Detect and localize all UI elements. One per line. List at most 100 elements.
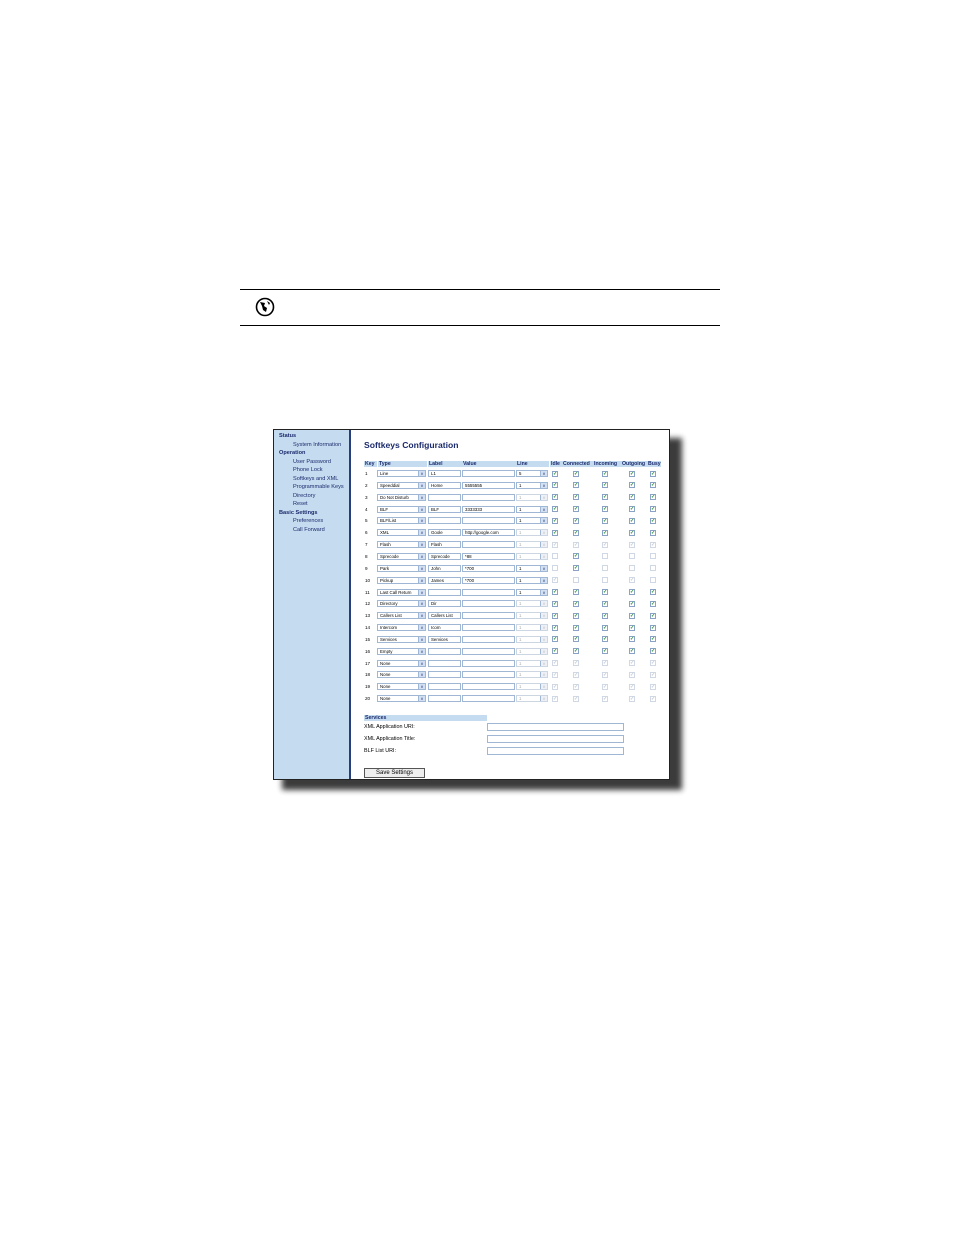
outgoing-checkbox[interactable]: ✓ bbox=[629, 482, 635, 489]
idle-checkbox[interactable]: ✓ bbox=[552, 671, 558, 678]
connected-checkbox[interactable]: ✓ bbox=[573, 695, 579, 702]
connected-checkbox[interactable]: ✓ bbox=[573, 494, 579, 501]
save-settings-button[interactable]: Save Settings bbox=[364, 768, 425, 778]
incoming-checkbox[interactable]: ✓ bbox=[602, 648, 608, 655]
busy-checkbox[interactable]: ✓ bbox=[650, 624, 656, 631]
label-input[interactable]: BLF bbox=[428, 505, 461, 513]
value-input[interactable] bbox=[462, 683, 515, 691]
busy-checkbox[interactable]: ✓ bbox=[650, 506, 656, 513]
label-input[interactable] bbox=[428, 659, 461, 667]
idle-checkbox[interactable] bbox=[552, 553, 558, 560]
sidebar-item-system-information[interactable]: System Information bbox=[293, 442, 341, 448]
connected-checkbox[interactable]: ✓ bbox=[573, 648, 579, 655]
value-input[interactable] bbox=[462, 647, 515, 655]
service-field-input[interactable] bbox=[487, 723, 624, 731]
incoming-checkbox[interactable]: ✓ bbox=[602, 541, 608, 548]
connected-checkbox[interactable]: ✓ bbox=[573, 600, 579, 607]
connected-checkbox[interactable]: ✓ bbox=[573, 660, 579, 667]
outgoing-checkbox[interactable]: ✓ bbox=[629, 683, 635, 690]
sidebar-item-softkeys-and-xml[interactable]: Softkeys and XML bbox=[293, 476, 338, 482]
line-select[interactable]: 1 ∨ bbox=[516, 564, 548, 572]
incoming-checkbox[interactable]: ✓ bbox=[602, 612, 608, 619]
label-input[interactable] bbox=[428, 493, 461, 501]
type-select[interactable]: Do Not Disturb ∨ bbox=[377, 493, 426, 501]
label-input[interactable]: Callers List bbox=[428, 612, 461, 620]
label-input[interactable] bbox=[428, 683, 461, 691]
connected-checkbox[interactable]: ✓ bbox=[573, 541, 579, 548]
connected-checkbox[interactable]: ✓ bbox=[573, 565, 579, 572]
busy-checkbox[interactable]: ✓ bbox=[650, 636, 656, 643]
idle-checkbox[interactable]: ✓ bbox=[552, 541, 558, 548]
connected-checkbox[interactable]: ✓ bbox=[573, 636, 579, 643]
label-input[interactable] bbox=[428, 588, 461, 596]
busy-checkbox[interactable]: ✓ bbox=[650, 660, 656, 667]
sidebar-item-user-password[interactable]: User Password bbox=[293, 459, 331, 465]
outgoing-checkbox[interactable]: ✓ bbox=[629, 529, 635, 536]
busy-checkbox[interactable]: ✓ bbox=[650, 648, 656, 655]
value-input[interactable] bbox=[462, 517, 515, 525]
type-select[interactable]: Line ∨ bbox=[377, 470, 426, 477]
value-input[interactable] bbox=[462, 635, 515, 643]
connected-checkbox[interactable]: ✓ bbox=[573, 529, 579, 536]
connected-checkbox[interactable]: ✓ bbox=[573, 482, 579, 489]
line-select[interactable]: 1 ∨ bbox=[516, 493, 548, 501]
type-select[interactable]: Flash ∨ bbox=[377, 541, 426, 549]
incoming-checkbox[interactable]: ✓ bbox=[602, 660, 608, 667]
busy-checkbox[interactable]: ✓ bbox=[650, 470, 656, 477]
busy-checkbox[interactable]: ✓ bbox=[650, 541, 656, 548]
idle-checkbox[interactable]: ✓ bbox=[552, 683, 558, 690]
label-input[interactable]: Dir bbox=[428, 600, 461, 608]
busy-checkbox[interactable]: ✓ bbox=[650, 589, 656, 595]
outgoing-checkbox[interactable]: ✓ bbox=[629, 648, 635, 655]
incoming-checkbox[interactable]: ✓ bbox=[602, 695, 608, 702]
outgoing-checkbox[interactable]: ✓ bbox=[629, 494, 635, 501]
incoming-checkbox[interactable]: ✓ bbox=[602, 624, 608, 631]
outgoing-checkbox[interactable]: ✓ bbox=[629, 600, 635, 607]
value-input[interactable] bbox=[462, 600, 515, 608]
idle-checkbox[interactable]: ✓ bbox=[552, 470, 558, 477]
value-input[interactable]: http://google.com bbox=[462, 529, 515, 537]
type-select[interactable]: Services ∨ bbox=[377, 635, 426, 643]
value-input[interactable] bbox=[462, 695, 515, 703]
line-select[interactable]: 1 ∨ bbox=[516, 671, 548, 679]
service-field-input[interactable] bbox=[487, 747, 624, 755]
idle-checkbox[interactable]: ✓ bbox=[552, 600, 558, 607]
idle-checkbox[interactable]: ✓ bbox=[552, 506, 558, 513]
value-input[interactable]: *700 bbox=[462, 564, 515, 572]
busy-checkbox[interactable] bbox=[650, 577, 656, 584]
busy-checkbox[interactable]: ✓ bbox=[650, 671, 656, 678]
type-select[interactable]: Speeddial ∨ bbox=[377, 481, 426, 489]
line-select[interactable]: 1 ∨ bbox=[516, 529, 548, 537]
idle-checkbox[interactable]: ✓ bbox=[552, 494, 558, 501]
label-input[interactable] bbox=[428, 517, 461, 525]
connected-checkbox[interactable]: ✓ bbox=[573, 683, 579, 690]
outgoing-checkbox[interactable] bbox=[629, 553, 635, 560]
type-select[interactable]: Directory ∨ bbox=[377, 600, 426, 608]
idle-checkbox[interactable]: ✓ bbox=[552, 482, 558, 489]
value-input[interactable] bbox=[462, 541, 515, 549]
label-input[interactable]: Services bbox=[428, 635, 461, 643]
type-select[interactable]: XML ∨ bbox=[377, 529, 426, 537]
connected-checkbox[interactable]: ✓ bbox=[573, 517, 579, 524]
outgoing-checkbox[interactable]: ✓ bbox=[629, 612, 635, 619]
busy-checkbox[interactable]: ✓ bbox=[650, 695, 656, 702]
type-select[interactable]: Pickup ∨ bbox=[377, 576, 426, 584]
idle-checkbox[interactable]: ✓ bbox=[552, 612, 558, 619]
line-select[interactable]: 1 ∨ bbox=[516, 517, 548, 525]
outgoing-checkbox[interactable] bbox=[629, 565, 635, 572]
connected-checkbox[interactable]: ✓ bbox=[573, 506, 579, 513]
connected-checkbox[interactable]: ✓ bbox=[573, 671, 579, 678]
type-select[interactable]: None ∨ bbox=[377, 683, 426, 691]
label-input[interactable]: Goole bbox=[428, 529, 461, 537]
incoming-checkbox[interactable]: ✓ bbox=[602, 470, 608, 477]
line-select[interactable]: 1 ∨ bbox=[516, 659, 548, 667]
idle-checkbox[interactable]: ✓ bbox=[552, 529, 558, 536]
idle-checkbox[interactable]: ✓ bbox=[552, 624, 558, 631]
incoming-checkbox[interactable]: ✓ bbox=[602, 494, 608, 501]
label-input[interactable]: Icom bbox=[428, 624, 461, 632]
value-input[interactable] bbox=[462, 470, 515, 477]
connected-checkbox[interactable]: ✓ bbox=[573, 624, 579, 631]
sidebar-item-phone-lock[interactable]: Phone Lock bbox=[293, 467, 323, 473]
type-select[interactable]: Intercom ∨ bbox=[377, 624, 426, 632]
incoming-checkbox[interactable]: ✓ bbox=[602, 683, 608, 690]
